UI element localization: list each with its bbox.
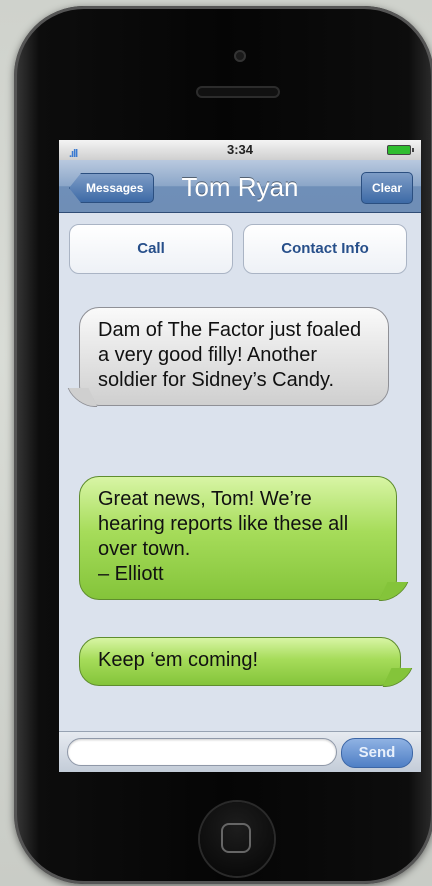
phone-frame: .ıll 3:34 Messages Tom Ryan Clear Call C… xyxy=(14,6,432,884)
earpiece-speaker xyxy=(196,86,280,98)
message-input[interactable] xyxy=(67,738,337,766)
outgoing-message-bubble: Keep ‘em coming! xyxy=(79,637,401,686)
send-button[interactable]: Send xyxy=(341,738,413,768)
contact-actions: Call Contact Info xyxy=(69,224,409,274)
call-button[interactable]: Call xyxy=(69,224,233,274)
navigation-bar: Messages Tom Ryan Clear xyxy=(59,160,421,213)
battery-icon xyxy=(387,145,414,155)
clear-button[interactable]: Clear xyxy=(361,172,413,204)
status-bar: .ıll 3:34 xyxy=(59,140,421,160)
phone-screen: .ıll 3:34 Messages Tom Ryan Clear Call C… xyxy=(59,140,421,772)
message-composer: Send xyxy=(59,731,421,772)
home-square-icon xyxy=(221,823,251,853)
home-button[interactable] xyxy=(200,802,274,876)
outgoing-message-bubble: Great news, Tom! We’re hearing reports l… xyxy=(79,476,397,600)
status-time: 3:34 xyxy=(226,142,254,157)
incoming-message-bubble: Dam of The Factor just foaled a very goo… xyxy=(79,307,389,406)
front-camera xyxy=(234,50,246,62)
contact-info-button[interactable]: Contact Info xyxy=(243,224,407,274)
